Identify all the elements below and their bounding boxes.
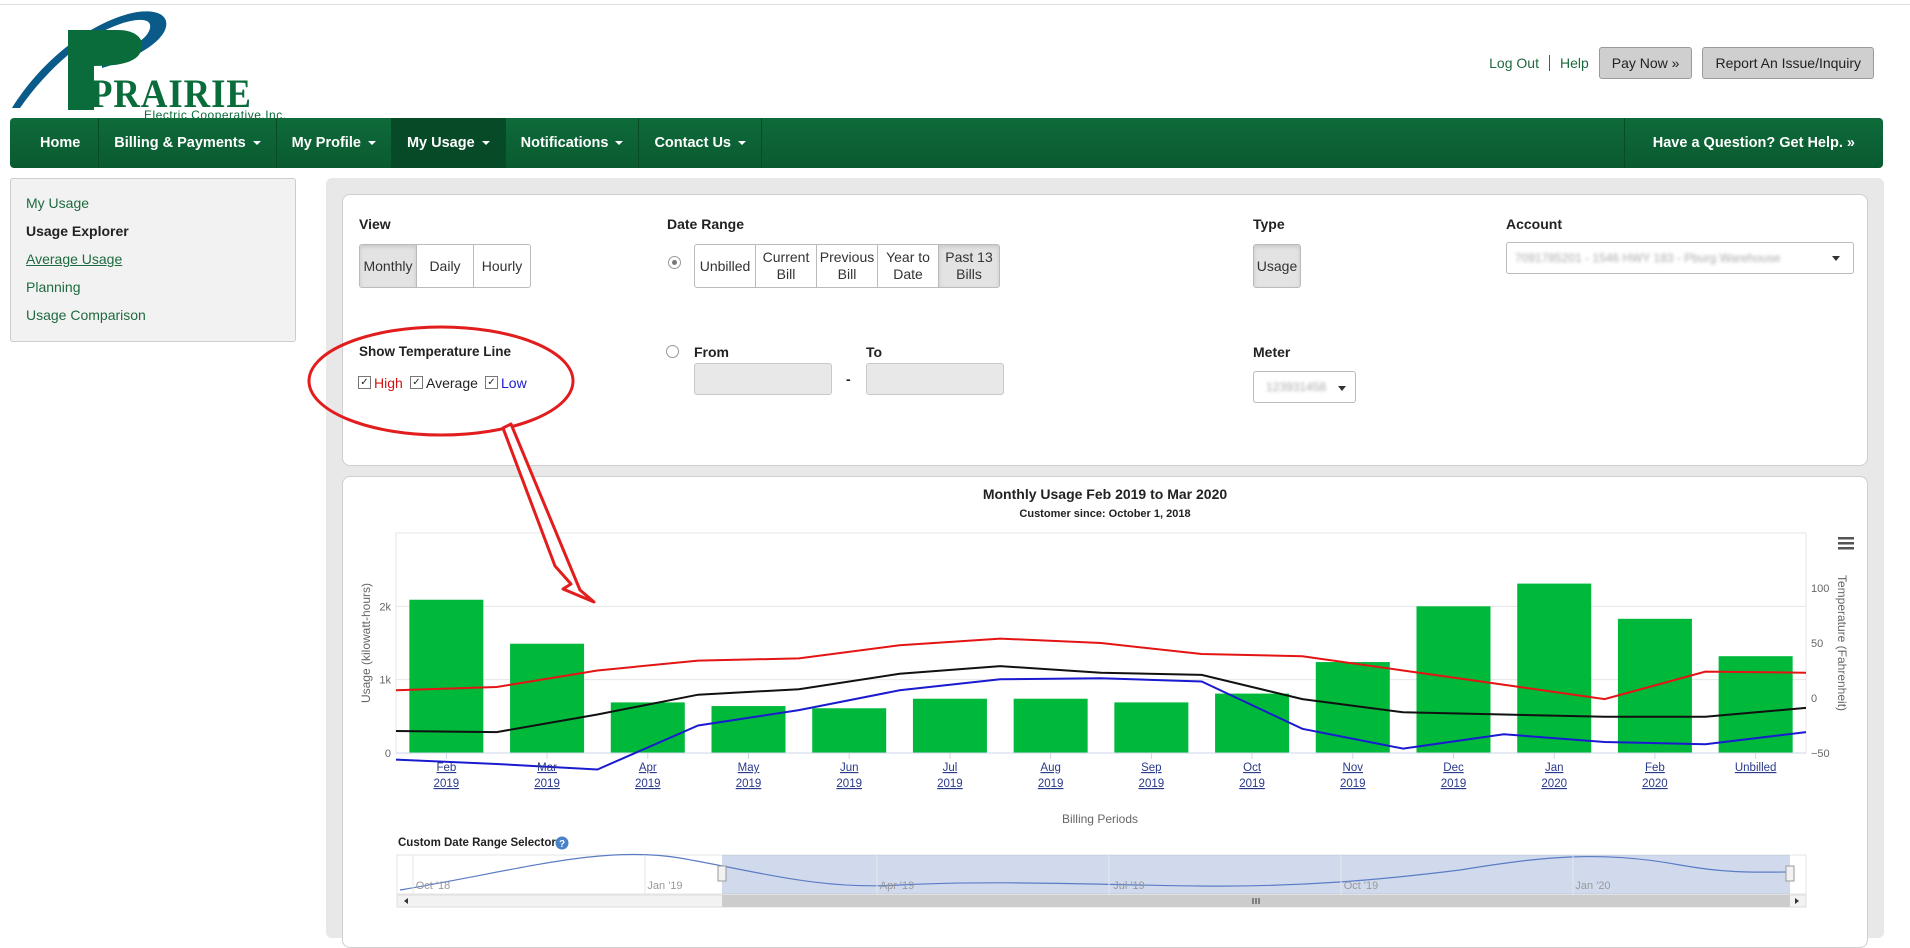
temperature-line-low (395, 677, 1807, 771)
usage-bar (1215, 693, 1290, 753)
usage-bar (409, 599, 484, 753)
x-tick-label-year: 2019 (836, 778, 862, 790)
x-tick-label-year: 2019 (736, 778, 762, 790)
temperature-line-high (395, 637, 1807, 701)
x-tick-label: Feb (1645, 762, 1665, 774)
x-tick-label-year: 2019 (1139, 778, 1165, 790)
chart-menu-icon (1838, 547, 1854, 550)
x-tick-label-year: 2019 (1239, 778, 1265, 790)
x-tick-label: Mar (537, 762, 557, 774)
y2-axis-title: Temperature (Fahrenheit) (1835, 575, 1849, 711)
x-tick-label: Dec (1443, 762, 1464, 774)
chart-subtitle: Customer since: October 1, 2018 (1019, 508, 1190, 520)
x-tick-label-year: 2019 (635, 778, 661, 790)
usage-bar (1517, 583, 1592, 753)
usage-bar (912, 698, 987, 753)
navigator-tick-label: Oct '18 (416, 880, 451, 892)
x-axis-title: Billing Periods (1062, 812, 1138, 826)
y2-tick-label: 50 (1811, 638, 1823, 650)
usage-bar (1114, 702, 1189, 753)
x-tick-label-year: 2019 (1340, 778, 1366, 790)
chart-title: Monthly Usage Feb 2019 to Mar 2020 (983, 486, 1228, 502)
usage-bar (812, 708, 887, 753)
x-tick-label-year: 2019 (1038, 778, 1064, 790)
x-tick-label-year: 2019 (937, 778, 963, 790)
x-tick-label: Feb (436, 762, 456, 774)
y2-tick-label: 100 (1811, 583, 1829, 595)
x-tick-label: Jun (840, 762, 859, 774)
navigator-tick-label: Apr '19 (880, 880, 915, 892)
y-tick-label: 1k (379, 675, 391, 687)
usage-chart: 0 1k 2k −50 0 50 100 Feb 2019 Mar 2019 Apr 2019 May 20… (359, 486, 1854, 908)
x-tick-label-year: 2019 (534, 778, 560, 790)
x-tick-label: Jul (943, 762, 958, 774)
x-tick-label-year: 2020 (1541, 778, 1567, 790)
x-tick-label-year: 2020 (1642, 778, 1668, 790)
y2-tick-label: −50 (1811, 748, 1830, 760)
navigator-tick-label: Jan '20 (1575, 880, 1610, 892)
y-tick-label: 2k (379, 601, 391, 613)
y2-tick-label: 0 (1811, 693, 1817, 705)
x-tick-label: Unbilled (1735, 762, 1777, 774)
navigator-tick-label: Jul '19 (1113, 880, 1144, 892)
x-tick-label: Nov (1343, 762, 1364, 774)
usage-bar (1416, 606, 1491, 753)
y-axis-title: Usage (kilowatt-hours) (359, 583, 373, 703)
usage-bar (510, 643, 585, 753)
navigator-tick-label: Jan '19 (647, 880, 682, 892)
x-tick-label: Apr (639, 762, 657, 774)
x-tick-label: Aug (1040, 762, 1060, 774)
x-tick-label: Jan (1545, 762, 1564, 774)
help-icon-glyph: ? (559, 839, 565, 850)
navigator-handle (717, 865, 727, 882)
x-tick-label: May (738, 762, 760, 774)
navigator-label: Custom Date Range Selector (398, 837, 556, 849)
x-tick-label: Sep (1141, 762, 1161, 774)
x-tick-label-year: 2019 (1441, 778, 1467, 790)
usage-bar (1013, 698, 1088, 753)
temperature-line-avg (395, 665, 1807, 734)
chart-menu-icon (1838, 537, 1854, 540)
y-tick-label: 0 (385, 748, 391, 760)
x-tick-label: Oct (1243, 762, 1262, 774)
navigator-handle (1785, 865, 1795, 882)
x-tick-label-year: 2019 (434, 778, 460, 790)
navigator-tick-label: Oct '19 (1344, 880, 1379, 892)
chart-menu-icon (1838, 542, 1854, 545)
